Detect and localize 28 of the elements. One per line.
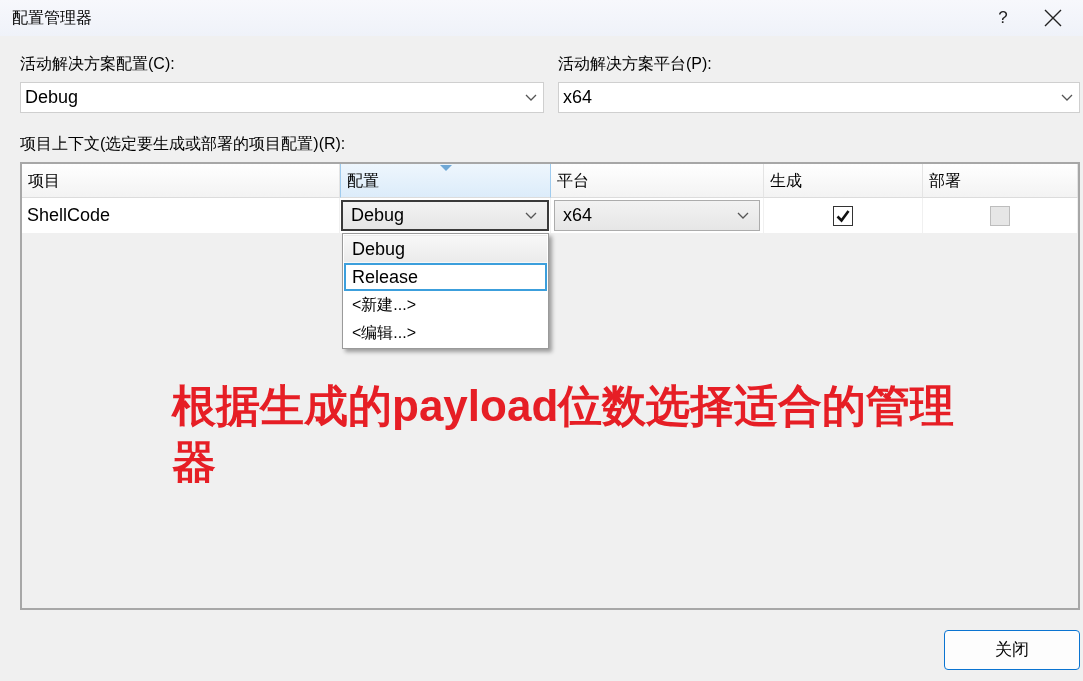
field-label: 活动解决方案平台(P): — [558, 54, 713, 74]
column-header[interactable]: 平台 — [551, 164, 764, 198]
dropdown-option[interactable]: <新建...> — [344, 291, 547, 319]
dropdown-field[interactable]: Debug — [20, 82, 544, 113]
sort-icon — [439, 165, 452, 171]
window-title: 配置管理器 — [11, 8, 93, 28]
close-icon — [1044, 9, 1062, 27]
chevron-down-icon — [737, 212, 749, 219]
chevron-down-icon — [525, 94, 537, 101]
column-header[interactable]: 生成 — [764, 164, 923, 198]
help-button[interactable]: ? — [983, 0, 1023, 36]
annotation-text: 根据生成的payload位数选择适合的管理器 — [172, 380, 956, 488]
chevron-down-icon — [525, 212, 537, 219]
dropdown-field[interactable]: Debug — [341, 200, 549, 231]
dropdown-option[interactable]: <编辑...> — [344, 319, 547, 347]
field-label: 项目上下文(选定要生成或部署的项目配置)(R): — [20, 134, 347, 154]
column-header[interactable]: 部署 — [923, 164, 1078, 198]
dropdown-field[interactable]: x64 — [558, 82, 1080, 113]
table-cell-text: ShellCode — [27, 204, 111, 227]
dropdown-option[interactable]: Release — [344, 263, 547, 291]
close-dialog-button[interactable]: 关闭 — [944, 630, 1080, 670]
dropdown-option[interactable]: Debug — [344, 235, 547, 263]
checkbox[interactable] — [833, 205, 853, 226]
column-header[interactable]: 项目 — [22, 164, 340, 198]
column-header[interactable]: 配置 — [340, 164, 551, 198]
dropdown-field[interactable]: x64 — [554, 200, 760, 231]
chevron-down-icon — [1061, 94, 1073, 101]
field-label: 活动解决方案配置(C): — [20, 54, 176, 74]
